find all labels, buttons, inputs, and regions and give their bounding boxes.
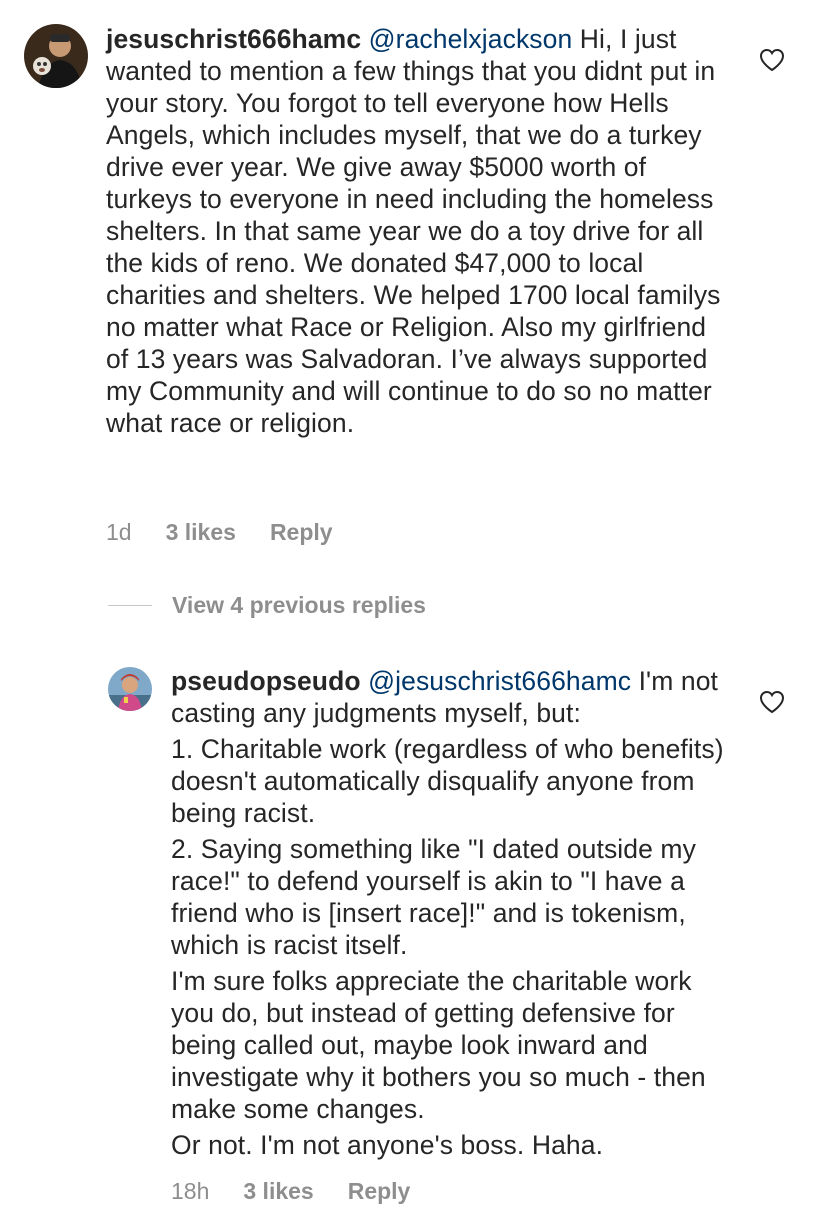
comment-mention[interactable]: @jesuschrist666hamc — [368, 666, 631, 696]
comment-timestamp: 18h — [171, 1178, 210, 1204]
reply-button[interactable]: Reply — [270, 519, 333, 546]
divider-line — [108, 605, 152, 606]
comment-meta: 1d 3 likes Reply — [106, 519, 333, 546]
comment-username[interactable]: pseudopseudo — [171, 666, 361, 696]
comment-text-block: pseudopseudo @jesuschrist666hamc I'm not… — [171, 665, 731, 1161]
comment-paragraph: 2. Saying something like "I dated outsid… — [171, 834, 696, 960]
likes-count-button[interactable]: 3 likes — [166, 519, 236, 546]
comment-paragraph: I'm sure folks appreciate the charitable… — [171, 966, 706, 1124]
reply-button[interactable]: Reply — [348, 1178, 411, 1205]
likes-count-button[interactable]: 3 likes — [243, 1178, 313, 1205]
comment-username[interactable]: jesuschrist666hamc — [106, 24, 361, 54]
avatar[interactable] — [24, 24, 88, 88]
heart-outline-icon[interactable] — [759, 48, 785, 72]
avatar[interactable] — [108, 667, 152, 711]
comment-meta: 18h 3 likes Reply — [171, 1178, 410, 1205]
view-previous-replies-label: View 4 previous replies — [172, 592, 426, 618]
comment-paragraph: 1. Charitable work (regardless of who be… — [171, 734, 724, 828]
comment-paragraph: Or not. I'm not anyone's boss. Haha. — [171, 1130, 604, 1160]
comment-text-block: jesuschrist666hamc @rachelxjackson Hi, I… — [106, 23, 726, 439]
view-previous-replies-button[interactable]: View 4 previous replies — [108, 592, 426, 619]
comment-body: Hi, I just wanted to mention a few thing… — [106, 24, 721, 438]
comment-timestamp: 1d — [106, 519, 132, 545]
comment-mention[interactable]: @rachelxjackson — [369, 24, 573, 54]
heart-outline-icon[interactable] — [759, 690, 785, 714]
